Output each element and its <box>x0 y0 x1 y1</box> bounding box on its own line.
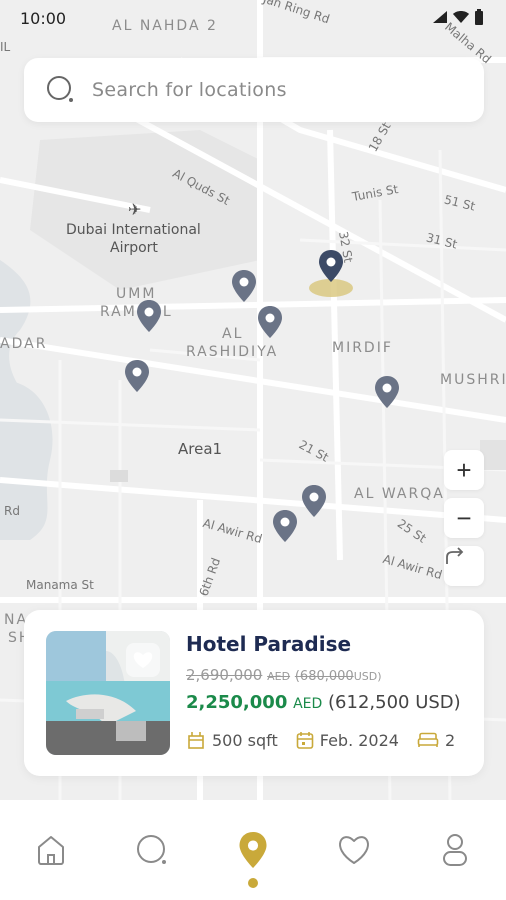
wifi-icon <box>453 11 469 23</box>
road-label: Rd <box>4 504 20 518</box>
search-bar[interactable]: Search for locations <box>24 58 484 122</box>
current-price: 2,250,000 AED (612,500 USD) <box>186 692 461 713</box>
airport-label-line2: Airport <box>110 240 158 256</box>
area-info: 500 sqft <box>186 730 278 750</box>
map-pin-icon[interactable] <box>257 306 283 338</box>
tab-search[interactable] <box>132 830 172 870</box>
area-value: 500 sqft <box>212 730 278 750</box>
area-icon <box>188 732 204 749</box>
heart-icon <box>339 836 369 864</box>
beds-value: 2 <box>444 730 456 750</box>
bed-icon <box>417 732 439 747</box>
airport-label-line1: Dubai International <box>66 222 201 238</box>
map-pin-icon[interactable] <box>136 300 162 332</box>
price-currency: AED <box>293 696 323 712</box>
user-icon <box>443 834 467 866</box>
area-label: MUSHRI <box>440 372 506 388</box>
price-usd: (612,500 USD) <box>328 692 461 713</box>
listing-card[interactable]: Hotel Paradise 2,690,000 AED (680,000USD… <box>24 610 484 776</box>
area-label: RASHIDIYA <box>186 344 279 360</box>
listing-photo <box>46 631 170 755</box>
status-icons <box>432 9 484 25</box>
map-pin-icon[interactable] <box>272 510 298 542</box>
active-tab-indicator <box>248 878 258 888</box>
tab-favorites[interactable] <box>334 830 374 870</box>
date-info: Feb. 2024 <box>296 731 399 750</box>
route-button[interactable] <box>444 546 484 586</box>
map-pin-icon-active[interactable] <box>318 250 344 282</box>
price-value: 2,250,000 <box>186 692 288 713</box>
zoom-out-button[interactable]: − <box>444 498 484 538</box>
road-label: IL <box>0 40 11 54</box>
area-label: MIRDIF <box>332 340 393 356</box>
zoom-in-button[interactable]: + <box>444 450 484 490</box>
area-label: AL <box>222 326 244 342</box>
old-price-currency: AED <box>267 670 291 683</box>
area-label: AL WARQA <box>354 486 445 502</box>
area-label: Area1 <box>178 440 223 458</box>
status-time: 10:00 <box>20 9 67 28</box>
signal-icon <box>433 11 447 23</box>
old-price: 2,690,000 AED (680,000USD) <box>186 666 382 684</box>
search-icon <box>47 76 73 102</box>
favorite-button[interactable] <box>126 643 160 677</box>
old-price-value: 2,690,000 <box>186 666 263 684</box>
search-input[interactable]: Search for locations <box>92 79 287 101</box>
listing-meta: 500 sqft Feb. 2024 2 <box>186 730 473 750</box>
tab-home[interactable] <box>31 830 71 870</box>
calendar-icon <box>296 732 314 749</box>
date-value: Feb. 2024 <box>319 730 399 750</box>
tab-map[interactable] <box>233 830 273 870</box>
beds-info: 2 <box>417 731 455 750</box>
map-pin-icon[interactable] <box>231 270 257 302</box>
battery-icon <box>475 9 483 25</box>
map-pin-icon <box>239 832 267 868</box>
airport-icon: ✈ <box>128 200 142 219</box>
search-icon <box>137 835 166 864</box>
route-icon <box>446 547 464 564</box>
old-price-usd-currency: USD) <box>353 670 382 683</box>
tab-profile[interactable] <box>435 830 475 870</box>
map-pin-icon[interactable] <box>301 485 327 517</box>
heart-icon <box>133 652 153 668</box>
area-label: ADAR <box>0 336 48 352</box>
home-icon <box>38 836 64 865</box>
road-label: Manama St <box>26 578 94 592</box>
old-price-usd: (680,000 <box>294 669 354 684</box>
map-pin-icon[interactable] <box>124 360 150 392</box>
listing-title: Hotel Paradise <box>186 632 352 656</box>
map-pin-icon[interactable] <box>374 376 400 408</box>
status-bar: 10:00 <box>0 0 506 34</box>
